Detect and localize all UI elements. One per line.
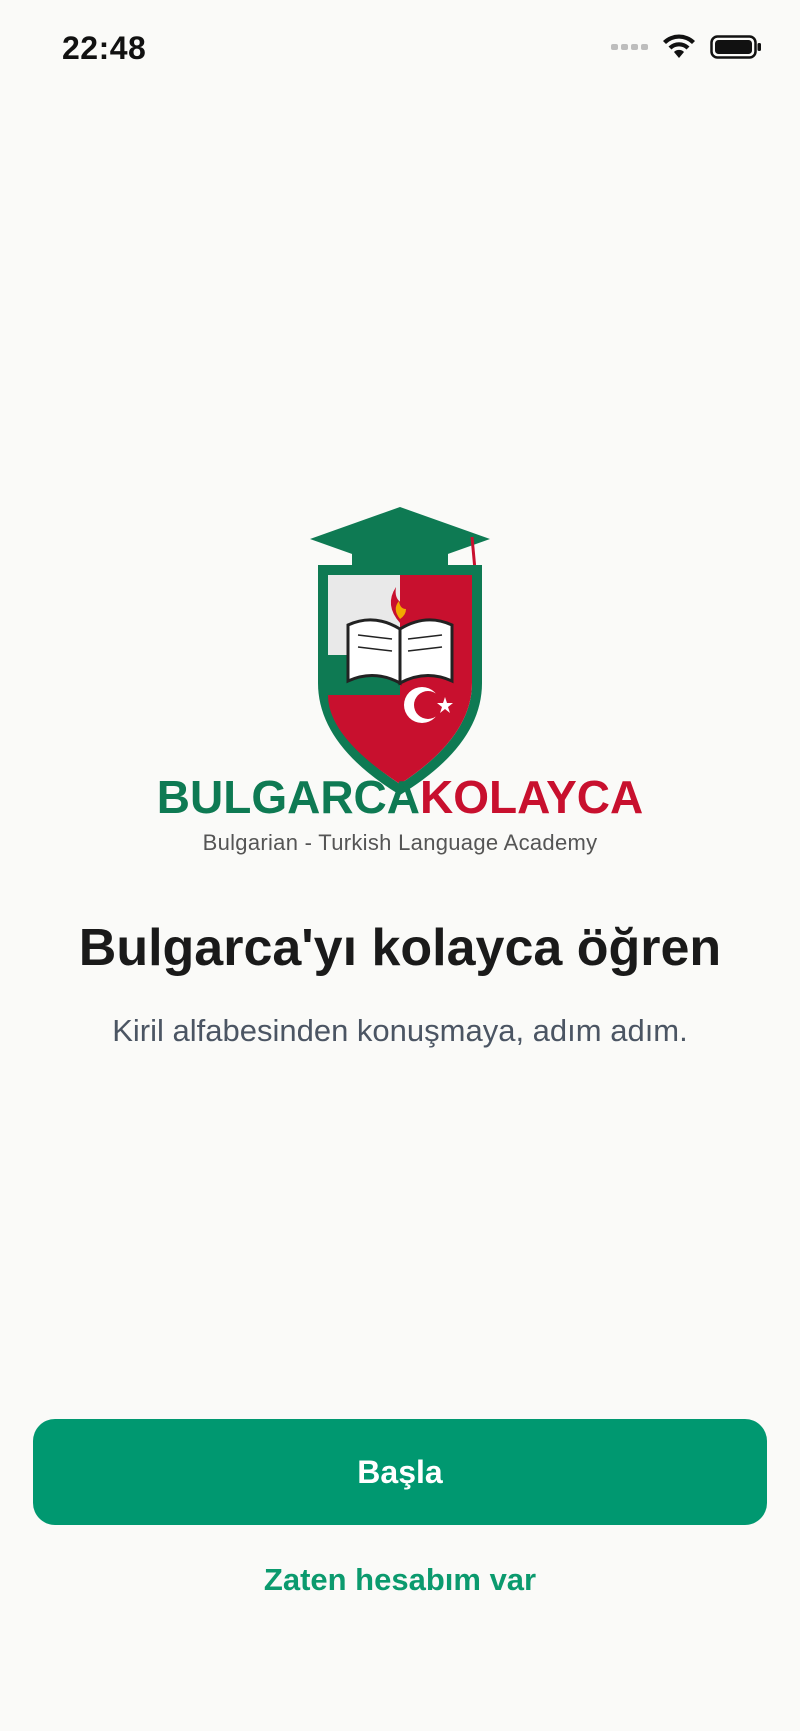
wifi-icon [663, 34, 695, 58]
start-button[interactable]: Başla [33, 1419, 767, 1525]
battery-icon [710, 35, 761, 59]
signal-icon [611, 44, 648, 50]
status-time: 22:48 [62, 30, 147, 66]
status-icons [611, 34, 762, 60]
brand-part-bulgarca: BULGARCA [156, 771, 420, 823]
status-bar: 22:48 [0, 0, 800, 100]
page-subtitle: Kiril alfabesinden konuşmaya, adım adım. [112, 1013, 688, 1048]
existing-account-link[interactable]: Zaten hesabım var [0, 1562, 800, 1598]
brand-wordmark: BULGARCAKOLAYCA [0, 770, 800, 824]
page-title: Bulgarca'yı kolayca öğren [78, 919, 722, 977]
welcome-screen: 22:48 BULGARCAKOLAYCA Bulgarian - Turkis… [0, 0, 800, 1731]
brand-part-kolayca: KOLAYCA [419, 771, 644, 823]
brand-tagline: Bulgarian - Turkish Language Academy [202, 830, 598, 855]
